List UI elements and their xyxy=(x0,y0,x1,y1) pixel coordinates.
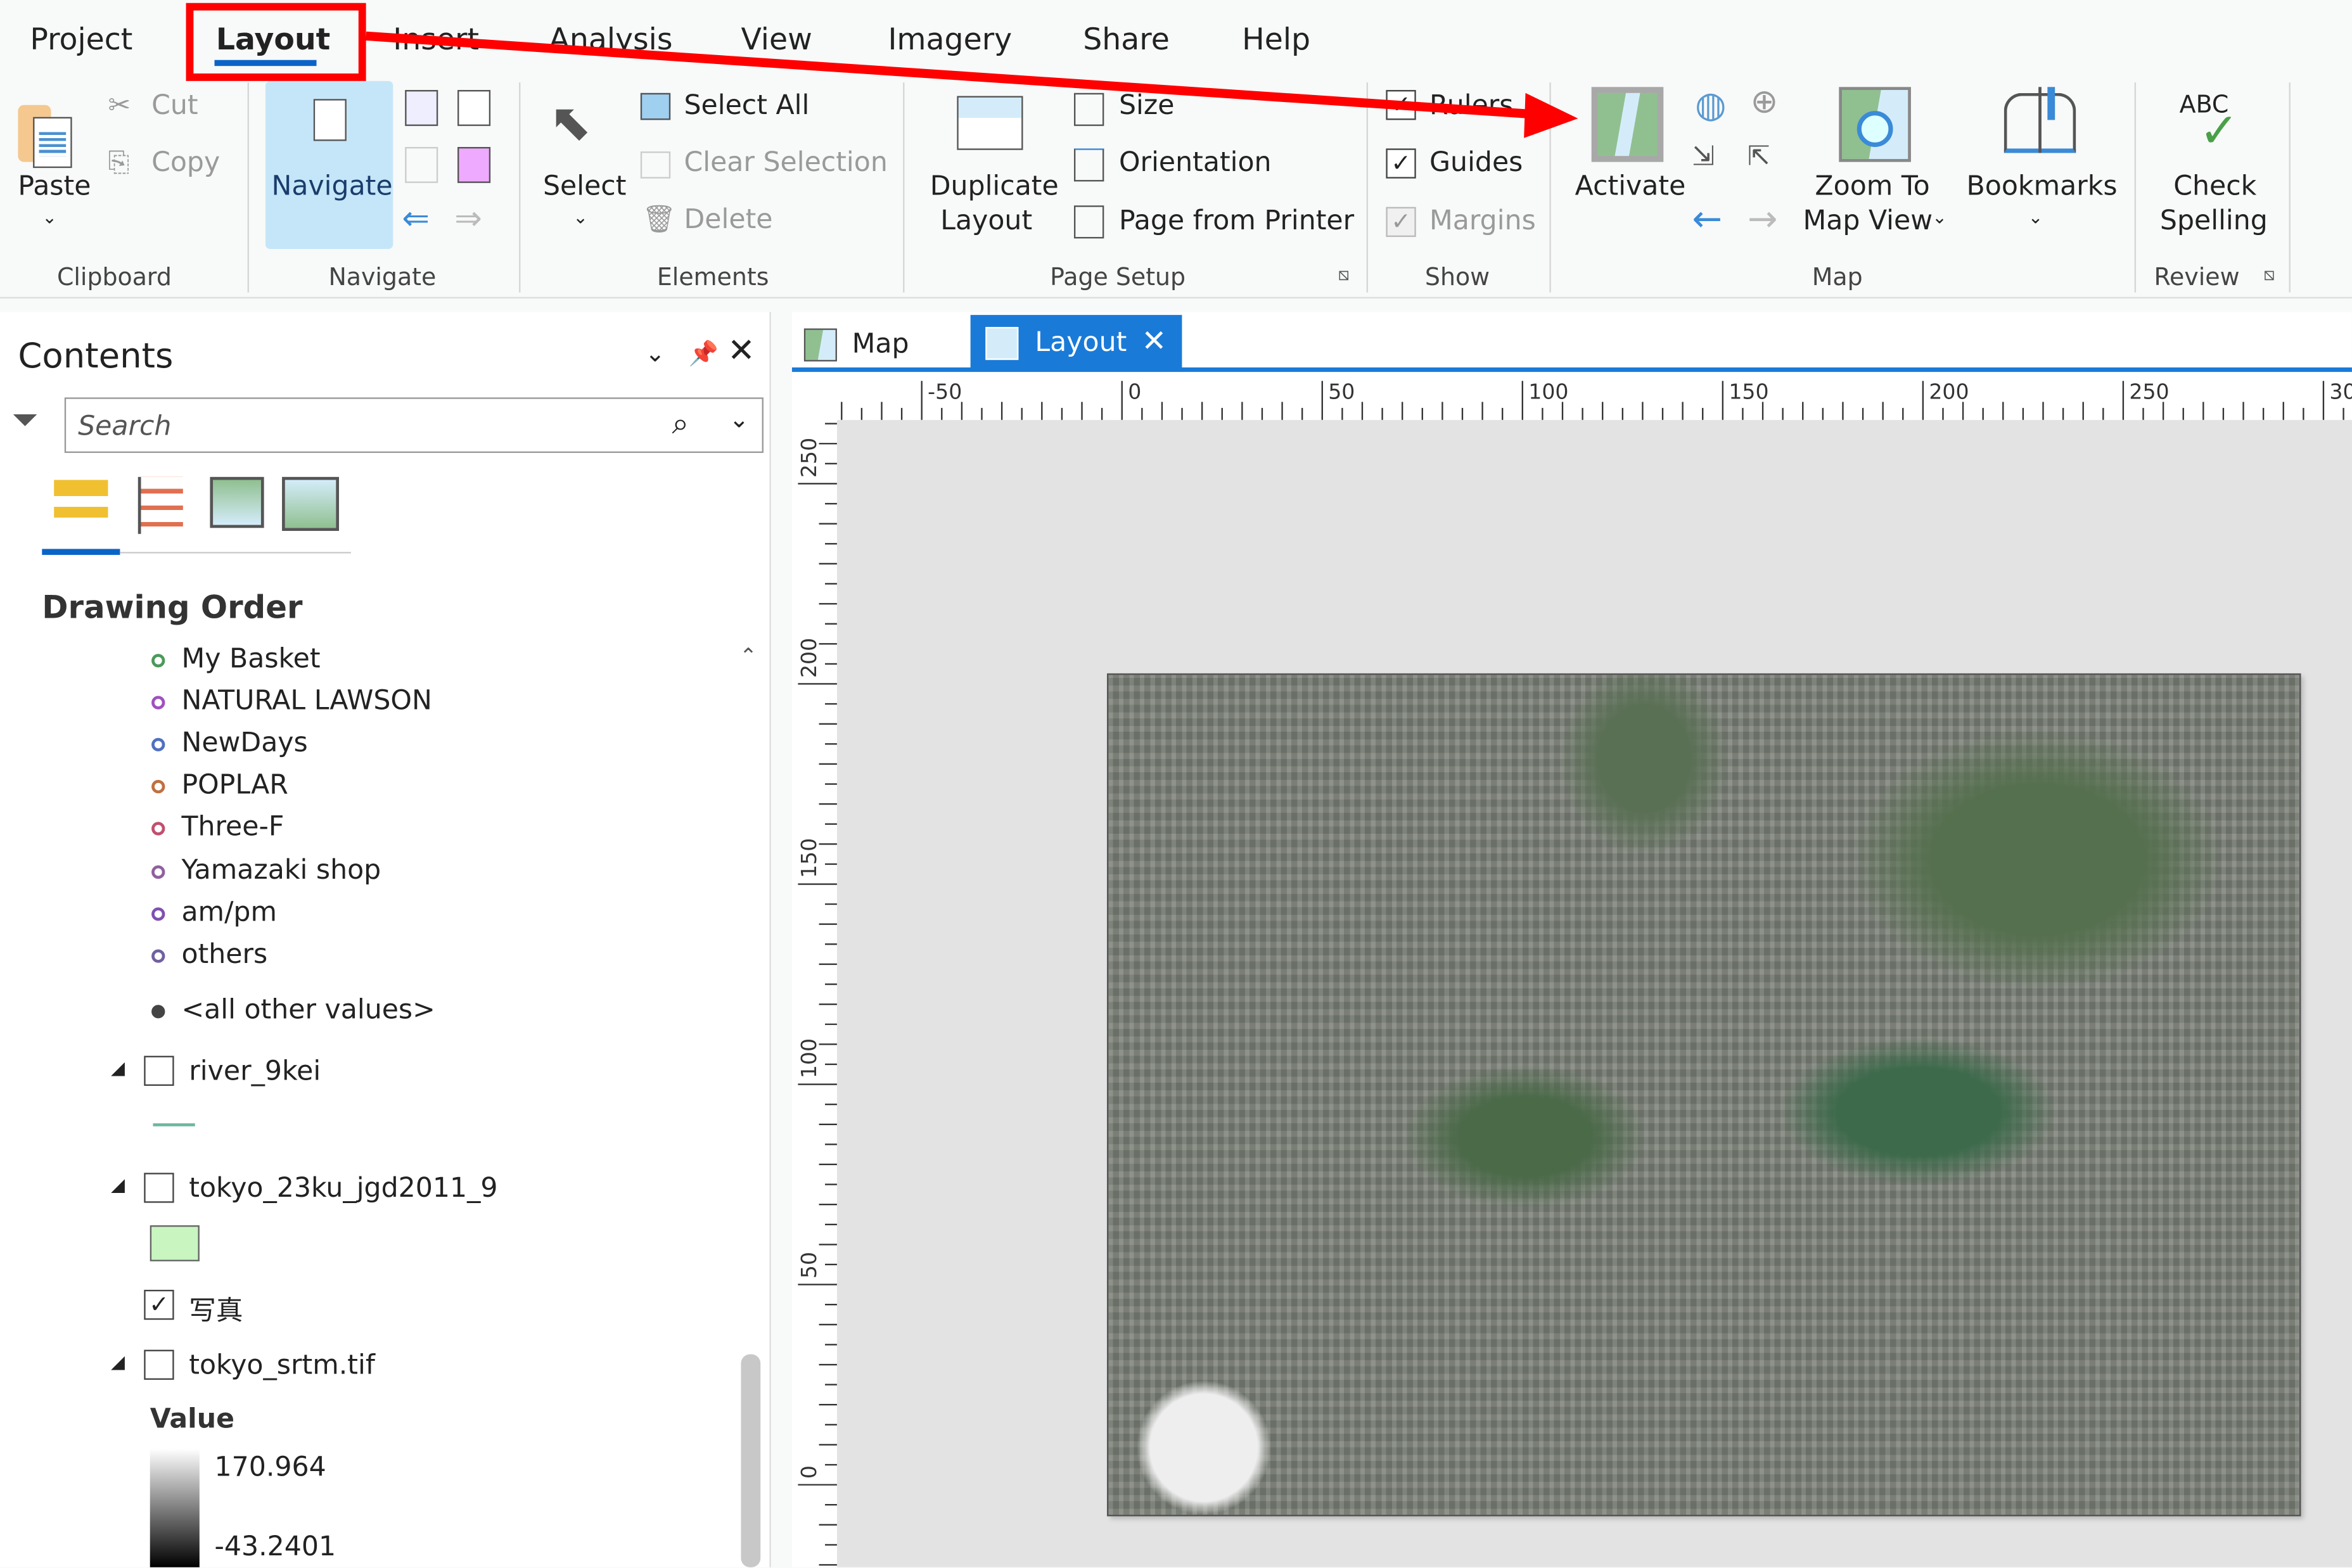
expand-srtm-icon[interactable]: ◢ xyxy=(111,1351,125,1372)
tab-label: Map xyxy=(852,328,909,360)
ruler-label: 100 xyxy=(1528,379,1568,404)
search-placeholder: Search xyxy=(78,411,172,443)
symbol-dot-icon xyxy=(151,1005,165,1019)
ruler-label: -50 xyxy=(928,379,962,404)
ruler-label: 30 xyxy=(2329,379,2352,404)
aerial-photo-map-frame[interactable] xyxy=(1107,673,2301,1517)
ruler-label: 50 xyxy=(1328,379,1355,404)
symbol-class-label[interactable]: am/pm xyxy=(181,897,277,929)
layer-srtm[interactable]: tokyo_srtm.tif xyxy=(189,1350,375,1382)
symbol-class-label[interactable]: <all other values> xyxy=(181,995,435,1026)
expand-tokyo23-icon[interactable]: ◢ xyxy=(111,1175,125,1195)
layer-photo[interactable]: 写真 xyxy=(189,1290,243,1329)
drawing-order-heading: Drawing Order xyxy=(42,589,303,626)
tokyo23-checkbox[interactable] xyxy=(144,1173,174,1203)
symbol-dot-icon xyxy=(151,654,165,668)
ruler-label: 250 xyxy=(2129,379,2169,404)
list-by-editing-icon[interactable] xyxy=(282,476,340,532)
ruler-label: 250 xyxy=(796,438,821,478)
srtm-checkbox[interactable] xyxy=(144,1349,174,1380)
ruler-label: 150 xyxy=(796,838,821,878)
symbol-dot-icon xyxy=(151,949,165,963)
ruler-label: 0 xyxy=(796,1465,821,1479)
symbol-class-label[interactable]: others xyxy=(181,939,267,971)
symbol-dot-icon xyxy=(151,779,165,794)
pin-icon[interactable]: 📌 xyxy=(689,339,719,367)
layer-river[interactable]: river_9kei xyxy=(189,1056,321,1088)
layout-view: Map Layout ✕ -50 0 50 100 150 200 250 30 250 200… xyxy=(791,312,2352,1567)
value-max: 170.964 xyxy=(214,1451,326,1484)
search-input[interactable]: Search ⌕ ⌄ xyxy=(64,397,764,453)
close-icon[interactable]: ✕ xyxy=(727,333,755,371)
value-heading: Value xyxy=(150,1403,235,1436)
polygon-symbol xyxy=(150,1225,200,1261)
symbol-dot-icon xyxy=(151,865,165,879)
filter-icon[interactable]: ⏷ xyxy=(12,402,39,439)
pane-options-chevron-icon[interactable]: ⌄ xyxy=(645,339,665,367)
value-min: -43.2401 xyxy=(214,1531,336,1563)
tab-label: Layout xyxy=(1035,327,1127,359)
pane-title: Contents xyxy=(18,337,174,377)
ruler-label: 50 xyxy=(796,1252,821,1278)
symbol-class-label[interactable]: NATURAL LAWSON xyxy=(181,685,431,717)
symbol-class-label[interactable]: NewDays xyxy=(181,727,307,759)
photo-checkbox[interactable]: ✓ xyxy=(144,1289,174,1320)
symbol-class-label[interactable]: POPLAR xyxy=(181,769,288,801)
symbol-class-label[interactable]: Three-F xyxy=(181,812,284,843)
symbol-class-label[interactable]: My Basket xyxy=(181,644,320,675)
ruler-label: 200 xyxy=(796,638,821,678)
arcgis-pro-window: Project Layout Insert Analysis View Imag… xyxy=(0,0,2352,1567)
active-view-underline xyxy=(42,549,120,555)
contents-pane: Contents ⌄ 📌 ✕ ⏷ Search ⌕ ⌄ Drawing Orde… xyxy=(0,312,771,1567)
symbol-dot-icon xyxy=(151,822,165,836)
elevation-ramp xyxy=(150,1448,200,1567)
list-by-drawing-order-icon[interactable] xyxy=(54,480,108,534)
view-tab-map[interactable]: Map xyxy=(801,321,963,369)
river-symbol xyxy=(153,1123,195,1126)
river-checkbox[interactable] xyxy=(144,1055,174,1086)
vertical-ruler: 250 200 150 100 50 0 xyxy=(791,419,837,1567)
list-by-selection-icon[interactable] xyxy=(210,476,264,528)
symbol-class-label[interactable]: Yamazaki shop xyxy=(181,855,381,886)
symbol-dot-icon xyxy=(151,907,165,921)
scrollbar-thumb[interactable] xyxy=(741,1354,761,1567)
search-icon[interactable]: ⌕ xyxy=(672,405,689,441)
expand-river-icon[interactable]: ◢ xyxy=(111,1057,125,1078)
horizontal-ruler: -50 0 50 100 150 200 250 30 xyxy=(836,374,2352,420)
ruler-label: 0 xyxy=(1128,379,1141,404)
list-by-source-icon[interactable] xyxy=(137,476,183,534)
ruler-label: 150 xyxy=(1729,379,1768,404)
close-tab-icon[interactable]: ✕ xyxy=(1142,322,1167,359)
layer-tokyo23[interactable]: tokyo_23ku_jgd2011_9 xyxy=(189,1173,497,1204)
view-tab-layout[interactable]: Layout ✕ xyxy=(970,315,1182,369)
search-options-chevron-icon[interactable]: ⌄ xyxy=(729,405,750,433)
layout-icon xyxy=(985,327,1019,360)
annotation-arrow xyxy=(366,31,1578,138)
symbol-dot-icon xyxy=(151,696,165,710)
map-icon xyxy=(803,328,837,362)
symbol-dot-icon xyxy=(151,737,165,752)
ruler-label: 100 xyxy=(796,1038,821,1078)
ruler-label: 200 xyxy=(1929,379,1969,404)
scroll-up-icon[interactable]: ⌃ xyxy=(739,645,757,669)
